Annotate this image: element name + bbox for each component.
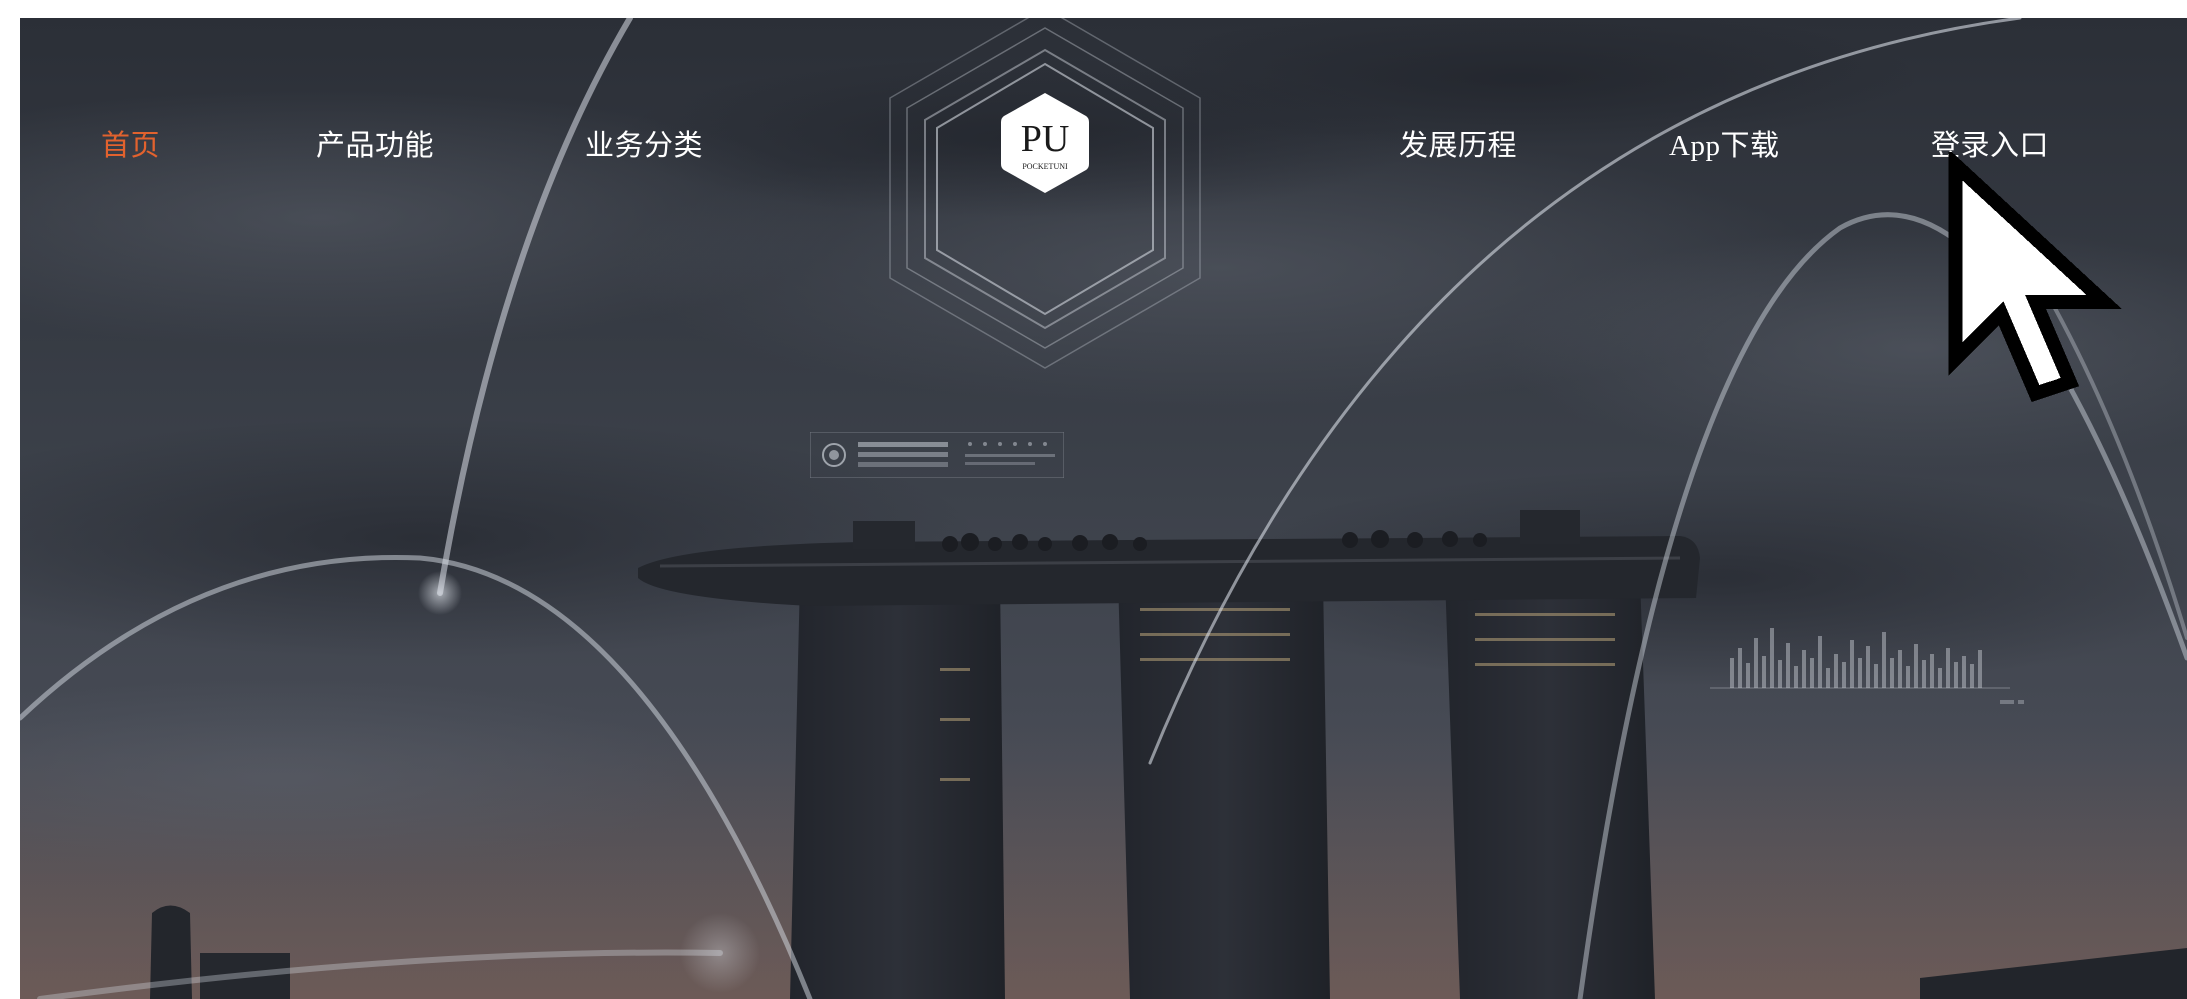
nav-item-app-download[interactable]: App下载 (1669, 122, 1779, 164)
hud-overlay-widget (810, 432, 1064, 478)
logo-rings (889, 18, 1201, 369)
hero-viewport: 首页 产品功能 业务分类 发展历程 App下载 登录入口 PU POCKETUN… (20, 18, 2187, 999)
nav-item-history[interactable]: 发展历程 (1399, 122, 1517, 164)
hud-bar-graphic (1710, 628, 2024, 704)
logo-initials: PU (1021, 118, 1070, 160)
nav-item-home[interactable]: 首页 (101, 122, 160, 164)
pocketuni-logo[interactable]: PU POCKETUNI (1000, 91, 1090, 195)
logo-brand-text: POCKETUNI (1022, 162, 1068, 171)
nav-item-products[interactable]: 产品功能 (316, 122, 434, 164)
nav-item-business[interactable]: 业务分类 (585, 122, 703, 164)
nav-item-login[interactable]: 登录入口 (1931, 122, 2049, 164)
